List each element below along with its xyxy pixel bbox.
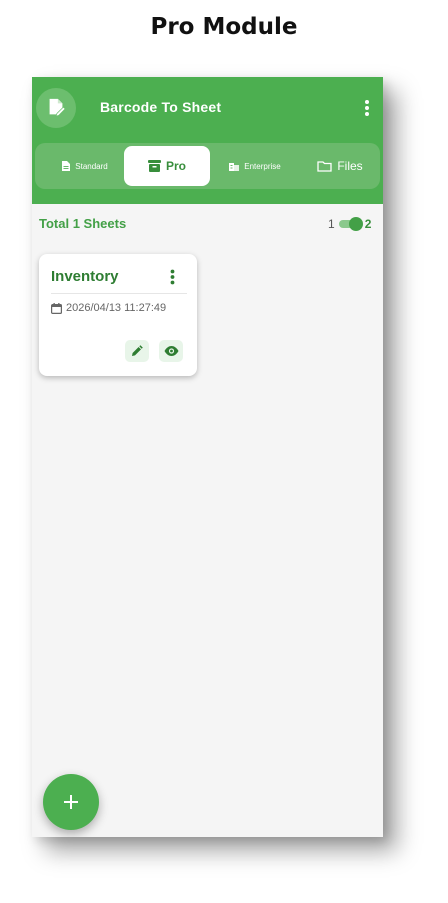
app-title: Barcode To Sheet (100, 99, 222, 115)
phone-screen: Barcode To Sheet Standard Pro Enterprise… (32, 77, 383, 837)
tab-pro[interactable]: Pro (124, 146, 210, 186)
more-vert-icon (365, 100, 369, 116)
card-divider (51, 293, 187, 294)
tab-files[interactable]: Files (305, 146, 375, 186)
plus-icon (64, 795, 78, 809)
tab-label: Standard (75, 161, 108, 171)
sheet-date-row: 2026/04/13 11:27:49 (51, 302, 166, 314)
tab-label: Files (337, 159, 363, 173)
sheets-summary: Total 1 Sheets 1 2 (32, 214, 383, 234)
toggle-right-label: 2 (364, 217, 372, 231)
toggle-left-label: 1 (328, 217, 335, 231)
more-vert-icon (170, 269, 174, 285)
layout-toggle-switch[interactable] (338, 217, 363, 231)
total-sheets-count: Total 1 Sheets (39, 216, 127, 231)
tab-standard[interactable]: Standard (45, 146, 125, 186)
building-icon (229, 162, 240, 171)
sheet-card[interactable]: Inventory 2026/04/13 11:27:49 (39, 254, 197, 376)
calendar-icon (51, 302, 62, 314)
pencil-icon (132, 345, 143, 356)
folder-icon (317, 160, 332, 172)
app-logo[interactable] (36, 88, 76, 128)
sheet-menu-button[interactable] (166, 268, 178, 286)
tab-label: Pro (165, 159, 186, 173)
column-toggle: 1 2 (328, 214, 371, 234)
edit-sheet-button[interactable] (125, 340, 149, 362)
app-bar: Barcode To Sheet Standard Pro Enterprise… (32, 77, 383, 204)
toggle-knob (348, 217, 363, 231)
tab-label: Enterprise (244, 161, 281, 171)
tab-enterprise[interactable]: Enterprise (215, 146, 295, 186)
sheet-date: 2026/04/13 11:27:49 (66, 302, 167, 314)
eye-icon (164, 346, 178, 356)
view-sheet-button[interactable] (159, 340, 183, 362)
more-options-button[interactable] (358, 97, 376, 119)
module-tabs: Standard Pro Enterprise Files (35, 143, 380, 189)
page-heading: Pro Module (150, 14, 298, 40)
sheet-name: Inventory (51, 268, 119, 285)
edit-document-icon (49, 98, 66, 117)
archive-box-icon (147, 160, 161, 172)
document-icon (62, 161, 71, 171)
add-sheet-button[interactable] (43, 774, 99, 830)
